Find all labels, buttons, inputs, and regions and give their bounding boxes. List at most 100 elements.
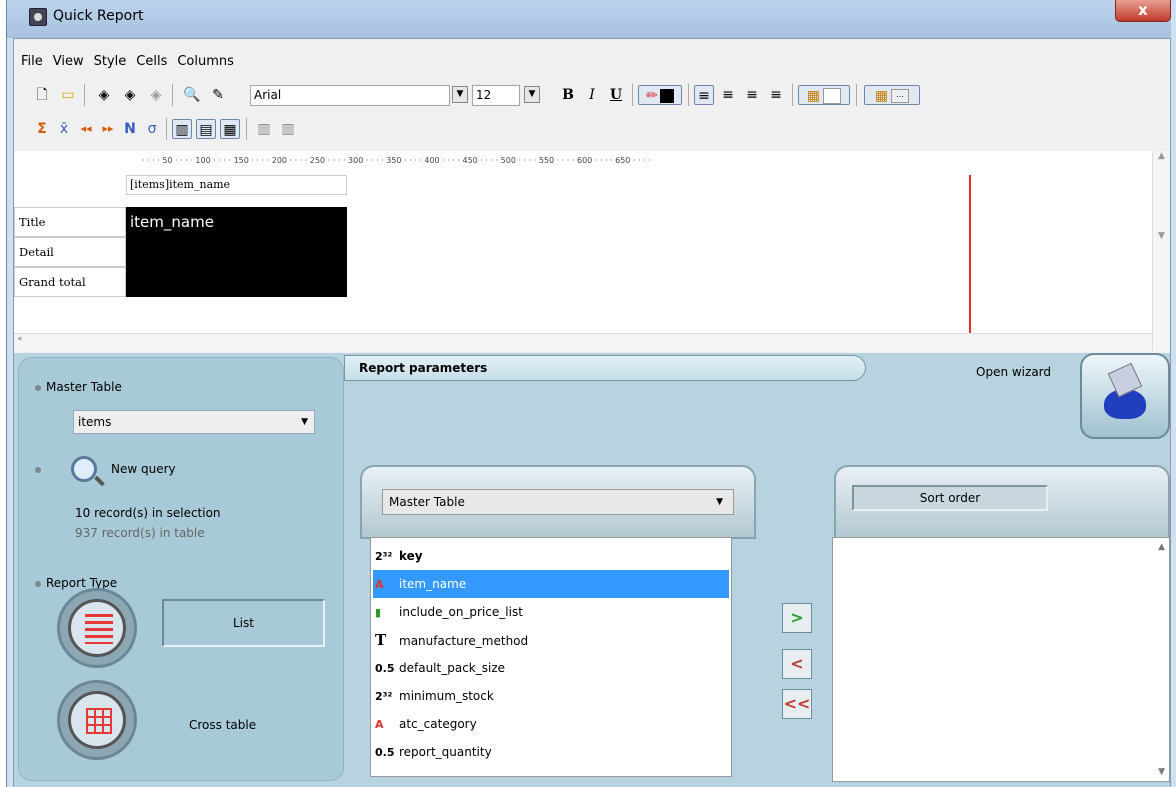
count-button[interactable]: N bbox=[120, 119, 140, 139]
sort-order-button[interactable]: Sort order bbox=[852, 485, 1048, 511]
font-size-dropdown-icon[interactable]: ▼ bbox=[524, 86, 540, 103]
table-select[interactable]: Master Table ▼ bbox=[382, 489, 734, 515]
menu-style[interactable]: Style bbox=[89, 51, 132, 73]
menu-bar: File View Style Cells Columns bbox=[14, 51, 239, 73]
list-item[interactable]: 0.5 report_quantity bbox=[373, 738, 729, 766]
horizontal-scrollbar[interactable]: ◂ bbox=[14, 333, 1152, 351]
bullet-icon bbox=[35, 581, 41, 587]
sum-button[interactable]: Σ bbox=[32, 119, 52, 139]
insert-column-button[interactable]: ▥ bbox=[254, 119, 274, 139]
print-icon[interactable]: ✎ bbox=[208, 85, 228, 105]
scroll-up-icon[interactable]: ▲ bbox=[1158, 542, 1165, 552]
average-button[interactable]: x̄ bbox=[54, 119, 74, 139]
alpha-icon: A bbox=[375, 578, 384, 591]
color-swatch bbox=[659, 89, 674, 103]
add-field-button[interactable]: > bbox=[782, 603, 812, 633]
print-preview-icon[interactable]: 🔍 bbox=[182, 85, 202, 105]
title-cell[interactable]: item_name bbox=[126, 207, 347, 237]
scroll-down-icon[interactable]: ▼ bbox=[1158, 767, 1165, 777]
row-label-title[interactable]: Title bbox=[14, 207, 126, 237]
separator bbox=[792, 84, 793, 106]
border-color-button[interactable]: ▦... bbox=[864, 85, 920, 105]
open-wizard-label[interactable]: Open wizard bbox=[976, 365, 1051, 379]
font-name-dropdown-icon[interactable]: ▼ bbox=[452, 86, 468, 103]
row-label-grand-total[interactable]: Grand total bbox=[14, 267, 126, 297]
save-as-icon[interactable]: ◈ bbox=[120, 85, 140, 105]
more-icon: ... bbox=[891, 89, 910, 103]
italic-button[interactable]: I bbox=[582, 85, 602, 105]
cross-table-button[interactable] bbox=[57, 680, 137, 760]
close-button[interactable]: x bbox=[1115, 0, 1171, 22]
detail-cell[interactable] bbox=[126, 237, 347, 267]
text-icon: T bbox=[375, 631, 387, 649]
report-parameters-tab[interactable]: Report parameters bbox=[344, 355, 866, 381]
list-item[interactable]: ▮ include_on_price_list bbox=[373, 598, 729, 626]
min-button[interactable]: ◂◂ bbox=[76, 119, 96, 139]
rows-button[interactable]: ▤ bbox=[196, 119, 216, 139]
new-query-button[interactable]: New query bbox=[111, 462, 176, 476]
align-left-button[interactable]: ≡ bbox=[694, 85, 714, 105]
menu-file[interactable]: File bbox=[14, 51, 48, 73]
list-item[interactable]: 2³² key bbox=[373, 542, 729, 570]
list-label-box[interactable]: List bbox=[162, 599, 325, 647]
master-table-select[interactable]: items ▼ bbox=[73, 410, 315, 434]
bold-button[interactable]: B bbox=[558, 85, 578, 105]
save-icon[interactable]: ◈ bbox=[94, 85, 114, 105]
menu-columns[interactable]: Columns bbox=[172, 51, 239, 73]
sort-order-header: Sort order bbox=[834, 465, 1170, 539]
open-folder-icon[interactable]: ▭ bbox=[58, 85, 78, 105]
revert-icon[interactable]: ◈ bbox=[146, 85, 166, 105]
integer-icon: 2³² bbox=[375, 690, 393, 703]
quick-report-window: Quick Report x File View Style Cells Col… bbox=[6, 0, 1176, 787]
column-header-button[interactable]: ▥ bbox=[172, 119, 192, 139]
alpha-icon: A bbox=[375, 718, 384, 731]
grid-icon bbox=[86, 708, 112, 734]
underline-button[interactable]: U bbox=[606, 85, 626, 105]
chevron-down-icon: ▼ bbox=[716, 497, 723, 507]
new-query-bullet bbox=[35, 462, 46, 476]
align-center-button[interactable]: ≡ bbox=[718, 85, 738, 105]
align-justify-button[interactable]: ≡ bbox=[742, 85, 762, 105]
list-lines-icon bbox=[85, 614, 113, 644]
list-item[interactable]: Aatc_category bbox=[373, 710, 729, 738]
background-color-button[interactable]: ▦ bbox=[798, 85, 850, 105]
bullet-icon bbox=[35, 385, 41, 391]
sort-order-list[interactable]: ▲ ▼ bbox=[832, 537, 1170, 782]
align-right-button[interactable]: ≡ bbox=[766, 85, 786, 105]
list-item[interactable]: 2³² minimum_stock bbox=[373, 682, 729, 710]
list-report-button[interactable] bbox=[57, 588, 137, 668]
text-color-button[interactable]: ✏ bbox=[638, 85, 682, 105]
list-item-selected[interactable]: Aitem_name bbox=[373, 570, 729, 598]
separator bbox=[856, 84, 857, 106]
background-swatch bbox=[823, 88, 842, 104]
cross-table-label[interactable]: Cross table bbox=[189, 718, 256, 732]
records-in-table: 937 record(s) in table bbox=[75, 526, 205, 540]
menu-view[interactable]: View bbox=[48, 51, 89, 73]
menu-cells[interactable]: Cells bbox=[131, 51, 172, 73]
bullet-icon bbox=[35, 467, 41, 473]
row-label-detail[interactable]: Detail bbox=[14, 237, 126, 267]
left-panel: Master Table items ▼ New query 10 record(… bbox=[18, 357, 344, 781]
search-icon[interactable] bbox=[71, 456, 97, 482]
vertical-scrollbar[interactable]: ▲ ▼ bbox=[1152, 151, 1170, 351]
separator bbox=[688, 84, 689, 106]
grand-total-cell[interactable] bbox=[126, 267, 347, 297]
toolbar-format: 🗋 ▭ ◈ ◈ ◈ 🔍 ✎ Arial ▼ 12 ▼ B I U ✏ ≡ ≡ ≡… bbox=[14, 81, 1164, 109]
max-button[interactable]: ▸▸ bbox=[98, 119, 118, 139]
cross-table-icon-frame bbox=[68, 691, 126, 749]
list-item[interactable]: Tmanufacture_method bbox=[373, 626, 729, 654]
list-item[interactable]: 0.5 default_pack_size bbox=[373, 654, 729, 682]
wizard-button[interactable] bbox=[1080, 353, 1170, 439]
remove-all-fields-button[interactable]: << bbox=[782, 689, 812, 719]
new-icon[interactable]: 🗋 bbox=[32, 85, 52, 105]
delete-column-button[interactable]: ▥ bbox=[278, 119, 298, 139]
separator bbox=[166, 118, 167, 140]
remove-field-button[interactable]: < bbox=[782, 649, 812, 679]
font-size-field[interactable]: 12 bbox=[472, 85, 520, 106]
grid-button[interactable]: ▦ bbox=[220, 119, 240, 139]
report-parameters-panel: Master Table items ▼ New query 10 record(… bbox=[14, 353, 1170, 787]
field-list[interactable]: 2³² key Aitem_name ▮ include_on_price_list… bbox=[370, 537, 732, 777]
font-name-field[interactable]: Arial bbox=[250, 85, 450, 106]
column-header-cell[interactable]: [items]item_name bbox=[126, 175, 347, 195]
std-dev-button[interactable]: σ bbox=[142, 119, 162, 139]
